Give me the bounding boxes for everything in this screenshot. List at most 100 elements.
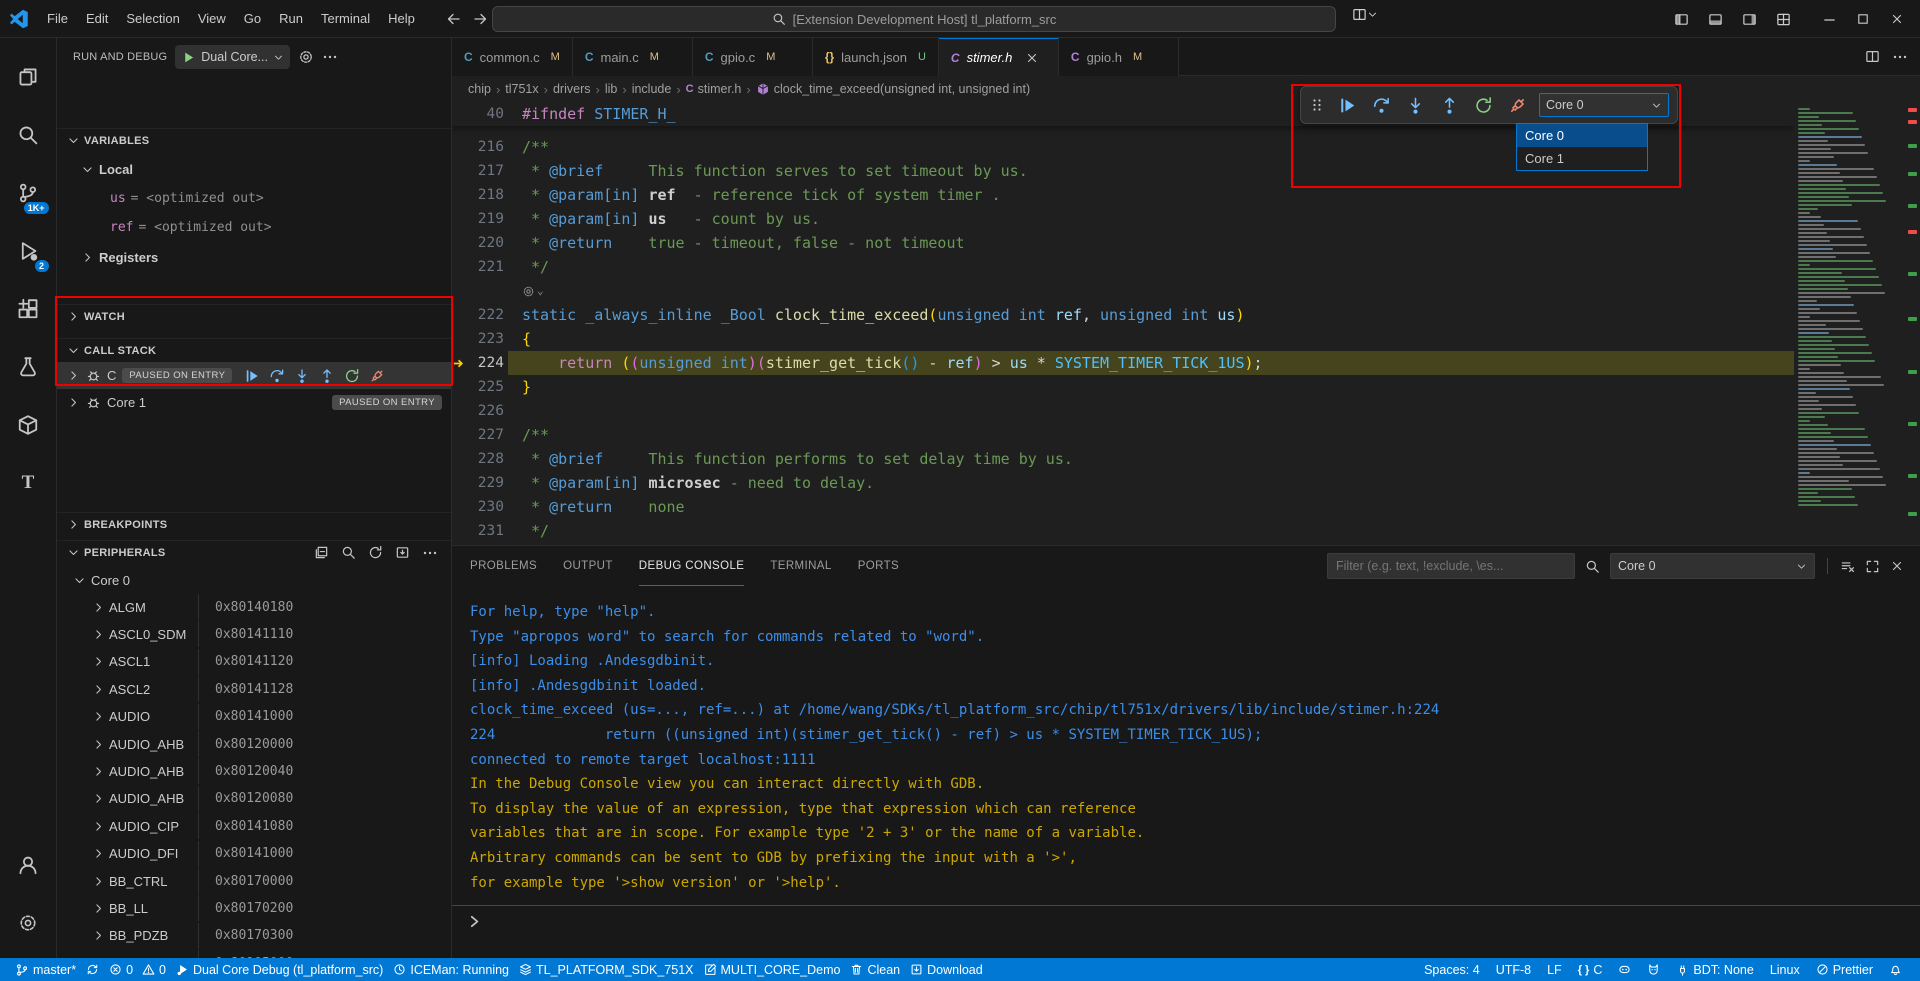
- activity-embedded-tools[interactable]: [0, 338, 57, 396]
- console-core-select[interactable]: Core 0: [1610, 553, 1815, 579]
- menu-terminal[interactable]: Terminal: [312, 6, 379, 32]
- status-encoding[interactable]: UTF-8: [1488, 958, 1539, 981]
- disconnect-button[interactable]: [1505, 93, 1529, 117]
- code-line[interactable]: 229 * @param[in] microsec - need to dela…: [452, 471, 1794, 495]
- customize-layout-icon[interactable]: [1352, 7, 1378, 22]
- section-variables[interactable]: VARIABLES: [57, 128, 452, 152]
- menu-file[interactable]: File: [38, 6, 77, 32]
- code-line[interactable]: 222static _always_inline _Bool clock_tim…: [452, 303, 1794, 327]
- code-line[interactable]: 228 * @brief This function performs to s…: [452, 447, 1794, 471]
- breadcrumb-item[interactable]: tl751x: [505, 82, 538, 96]
- status-copilot[interactable]: [1610, 958, 1639, 981]
- split-editor-icon[interactable]: [1865, 49, 1880, 64]
- restart-icon[interactable]: [344, 368, 360, 384]
- toggle-primary-sidebar-icon[interactable]: [1666, 6, 1696, 32]
- start-debug-icon[interactable]: [181, 50, 196, 65]
- core-option-core-0[interactable]: Core 0: [1517, 124, 1647, 147]
- step-out-icon[interactable]: [319, 368, 335, 384]
- variables-scope-registers[interactable]: Registers: [57, 246, 452, 269]
- close-panel-icon[interactable]: [1890, 559, 1904, 573]
- drag-grip-icon[interactable]: [1309, 97, 1325, 113]
- step-over-button[interactable]: [1369, 93, 1393, 117]
- toggle-secondary-sidebar-icon[interactable]: [1734, 6, 1764, 32]
- more-actions-icon[interactable]: [322, 49, 338, 65]
- peripheral-row[interactable]: AUDIO_DFI0x80141000: [57, 841, 452, 867]
- tab-main.c[interactable]: Cmain.cM: [573, 38, 693, 76]
- maximize-panel-icon[interactable]: [1865, 559, 1880, 574]
- status-cat-ext[interactable]: [1639, 958, 1668, 981]
- code-line[interactable]: 225}: [452, 375, 1794, 399]
- code-line-current[interactable]: 224 return ((unsigned int)(stimer_get_ti…: [452, 351, 1794, 375]
- status-indentation[interactable]: Spaces: 4: [1416, 958, 1488, 981]
- call-stack-thread[interactable]: Core 1PAUSED ON ENTRY: [57, 389, 452, 416]
- peripheral-row[interactable]: AUDIO_CIP0x80141080: [57, 813, 452, 839]
- variable-row[interactable]: ref = <optimized out>: [57, 216, 452, 239]
- status-notifications[interactable]: [1881, 958, 1910, 981]
- step-over-icon[interactable]: [269, 368, 285, 384]
- step-into-icon[interactable]: [294, 368, 310, 384]
- launch-config-dropdown[interactable]: Dual Core...: [175, 45, 290, 69]
- panel-tab-problems[interactable]: PROBLEMS: [470, 546, 537, 586]
- continue-icon[interactable]: [244, 368, 260, 384]
- peripheral-row[interactable]: CHACHA200x80105000: [57, 950, 452, 958]
- breadcrumb[interactable]: chip›tl751x›drivers›lib›include›Cstimer.…: [452, 76, 1920, 102]
- export-icon[interactable]: [395, 545, 410, 561]
- minimap[interactable]: [1794, 102, 1906, 545]
- peripheral-row[interactable]: ASCL20x80141128: [57, 676, 452, 702]
- toggle-panel-icon[interactable]: [1700, 6, 1730, 32]
- menu-run[interactable]: Run: [270, 6, 312, 32]
- activity-telink-view[interactable]: T: [0, 454, 57, 512]
- peripheral-row[interactable]: AUDIO_AHB0x80120040: [57, 758, 452, 784]
- status-clean[interactable]: Clean: [845, 958, 905, 981]
- status-problems[interactable]: 00: [104, 958, 171, 981]
- code-line[interactable]: 218 * @param[in] ref - reference tick of…: [452, 183, 1794, 207]
- menu-go[interactable]: Go: [235, 6, 270, 32]
- section-call-stack[interactable]: CALL STACK: [57, 338, 452, 362]
- debug-console-output[interactable]: For help, type "help".Type "apropos word…: [452, 586, 1920, 905]
- search-icon[interactable]: [341, 545, 356, 561]
- breadcrumb-item[interactable]: lib: [605, 82, 618, 96]
- activity-settings[interactable]: [0, 894, 57, 952]
- code-line[interactable]: 231 */: [452, 519, 1794, 543]
- core-select-dropdown[interactable]: Core 0: [1539, 93, 1669, 117]
- code-line[interactable]: 220 * @return true - timeout, false - no…: [452, 231, 1794, 255]
- section-breakpoints[interactable]: BREAKPOINTS: [57, 512, 452, 536]
- restart-button[interactable]: [1471, 93, 1495, 117]
- tab-launch.json[interactable]: {}launch.jsonU: [813, 38, 939, 76]
- activity-extensions[interactable]: [0, 280, 57, 338]
- menu-view[interactable]: View: [189, 6, 235, 32]
- panel-tab-terminal[interactable]: TERMINAL: [770, 546, 831, 586]
- breadcrumb-item[interactable]: chip: [468, 82, 491, 96]
- customize-layout-grid-icon[interactable]: [1768, 6, 1798, 32]
- variables-scope-local[interactable]: Local: [57, 158, 452, 181]
- status-iceman[interactable]: ICEMan: Running: [388, 958, 514, 981]
- activity-run-and-debug[interactable]: 2: [0, 222, 57, 280]
- activity-search[interactable]: [0, 106, 57, 164]
- continue-button[interactable]: [1335, 93, 1359, 117]
- peripheral-row[interactable]: ASCL0_SDM0x80141110: [57, 621, 452, 647]
- activity-source-control[interactable]: 1K+: [0, 164, 57, 222]
- peripheral-row[interactable]: BB_LL0x80170200: [57, 895, 452, 921]
- menu-selection[interactable]: Selection: [117, 6, 188, 32]
- peripheral-row[interactable]: AUDIO_AHB0x80120000: [57, 731, 452, 757]
- disconnect-icon[interactable]: [369, 368, 385, 384]
- clear-console-icon[interactable]: [1840, 559, 1855, 574]
- close-icon[interactable]: [1025, 51, 1039, 65]
- panel-tab-debug-console[interactable]: DEBUG CONSOLE: [639, 546, 745, 586]
- status-language[interactable]: { }C: [1570, 958, 1611, 981]
- breadcrumb-item[interactable]: include: [632, 82, 672, 96]
- status-branch[interactable]: master*: [10, 958, 104, 981]
- breadcrumb-item[interactable]: drivers: [553, 82, 591, 96]
- peripheral-row[interactable]: AUDIO_AHB0x80120080: [57, 786, 452, 812]
- menu-edit[interactable]: Edit: [77, 6, 117, 32]
- core-option-core-1[interactable]: Core 1: [1517, 147, 1647, 170]
- forward-arrow-icon[interactable]: [472, 11, 488, 27]
- status-demo[interactable]: MULTI_CORE_Demo: [699, 958, 846, 981]
- collapse-all-icon[interactable]: [314, 545, 329, 561]
- search-input[interactable]: [Extension Development Host] tl_platform…: [492, 6, 1336, 32]
- status-debug-session[interactable]: Dual Core Debug (tl_platform_src): [171, 958, 388, 981]
- panel-tab-ports[interactable]: PORTS: [858, 546, 899, 586]
- overview-ruler[interactable]: [1906, 102, 1920, 545]
- code-line[interactable]: ⌄: [452, 279, 1794, 303]
- more-actions-icon[interactable]: [422, 545, 438, 561]
